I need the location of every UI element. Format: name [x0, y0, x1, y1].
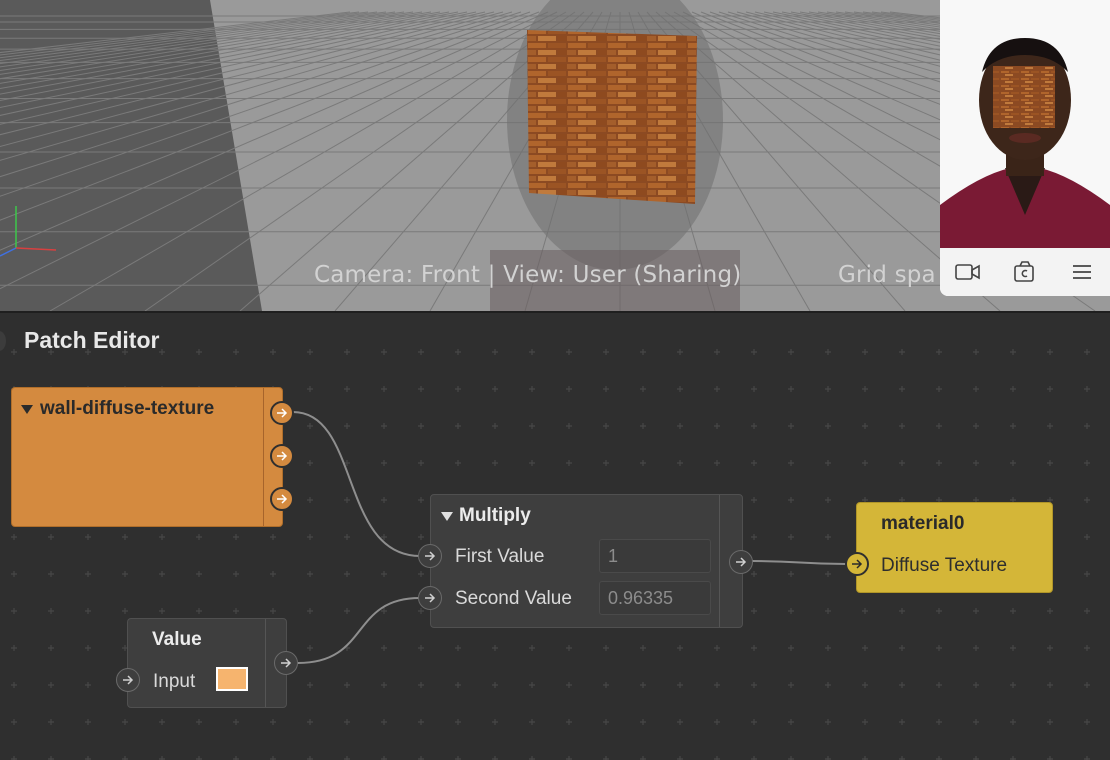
texture-node-title: wall-diffuse-texture [40, 398, 215, 419]
color-swatch[interactable] [216, 667, 248, 691]
material-node-title: material0 [881, 513, 965, 534]
collapse-triangle-icon[interactable] [21, 405, 33, 415]
texture-output-port-2[interactable] [270, 444, 294, 468]
camera-status-text: Camera: Front | View: User (Sharing) [314, 262, 742, 288]
diffuse-texture-label: Diffuse Texture [881, 555, 1008, 576]
video-call-controls [940, 248, 1110, 296]
multiply-output-port[interactable] [729, 550, 753, 574]
material-node[interactable]: material0 Diffuse Texture [856, 502, 1053, 593]
3d-viewport[interactable]: Camera: Front | View: User (Sharing) Gri… [0, 0, 1110, 311]
first-value-field[interactable]: 1 [599, 539, 711, 573]
value-input-port[interactable] [116, 668, 140, 692]
value-node[interactable]: Value Input [127, 618, 287, 708]
grid-spacing-text: Grid spa [838, 262, 936, 288]
wire-multiply-to-material [751, 560, 847, 565]
value-input-label: Input [153, 671, 196, 692]
video-call-panel [940, 0, 1110, 296]
webcam-feed [940, 0, 1110, 248]
texture-node[interactable]: wall-diffuse-texture [11, 387, 283, 527]
multiply-node-title: Multiply [459, 505, 531, 526]
first-value-label: First Value [455, 546, 545, 567]
second-value-field[interactable]: 0.96335 [599, 581, 711, 615]
collapse-triangle-icon[interactable] [441, 512, 453, 522]
wire-value-to-multiply [297, 597, 421, 664]
video-camera-icon[interactable] [953, 257, 983, 287]
multiply-input-port-2[interactable] [418, 586, 442, 610]
brick-texture-plane [527, 30, 697, 204]
value-output-port[interactable] [274, 651, 298, 675]
second-value-label: Second Value [455, 588, 572, 609]
multiply-node[interactable]: Multiply First Value 1 Second Value 0.96… [430, 494, 743, 628]
patch-editor-panel[interactable]: Patch Editor wall-diffuse-texture Multip… [0, 311, 1110, 760]
menu-icon[interactable] [1067, 257, 1097, 287]
texture-output-port-3[interactable] [270, 487, 294, 511]
material-diffuse-input-port[interactable] [845, 552, 869, 576]
flip-camera-icon[interactable] [1010, 257, 1040, 287]
wire-texture-to-multiply [292, 411, 421, 557]
value-node-title: Value [152, 629, 202, 650]
texture-output-port-1[interactable] [270, 401, 294, 425]
multiply-input-port-1[interactable] [418, 544, 442, 568]
